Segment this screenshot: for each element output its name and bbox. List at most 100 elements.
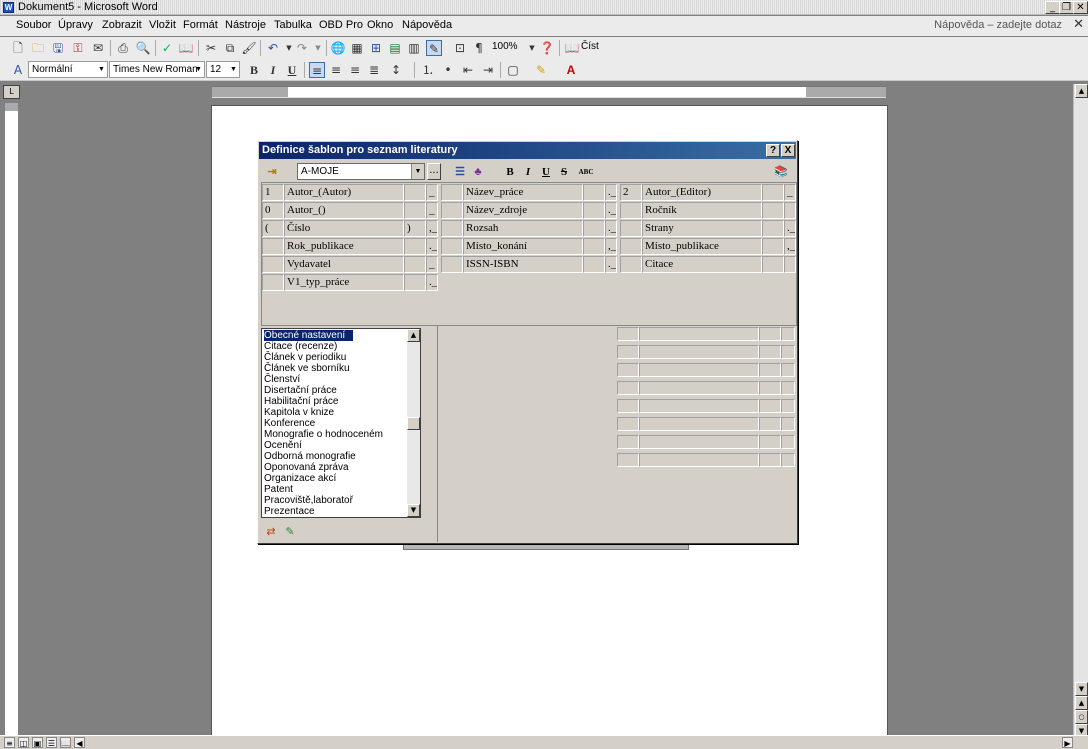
scroll-thumb[interactable] [407,417,420,430]
font-size-combo[interactable]: 12 ▼ [206,61,240,78]
grid-cell[interactable] [781,399,795,413]
menu-vlozit[interactable]: Vložit [149,19,176,31]
field-name[interactable]: Místo_publikace [642,238,762,255]
scroll-down-icon[interactable]: ▼ [1075,682,1088,696]
document-map-icon[interactable]: ⊡ [452,40,468,56]
horizontal-scrollbar[interactable]: ≡ ◫ ▣ ☰ 📖 ◀ ▶ [0,735,1088,749]
list-item[interactable]: Členství [264,374,300,385]
field-name[interactable]: V1_typ_práce [284,274,404,291]
list-item[interactable]: Kapitola v knize [264,407,334,418]
grid-cell[interactable] [639,435,759,449]
menu-okno[interactable]: Okno [367,19,393,31]
field-suffix[interactable] [583,256,605,273]
bold-button[interactable]: B [246,62,262,78]
numbered-list-icon[interactable]: ☰ [452,164,468,180]
field-suffix[interactable] [762,256,784,273]
align-right-icon[interactable]: ≡ [347,62,363,78]
grid-cell[interactable] [759,435,781,449]
field-suffix[interactable] [404,184,426,201]
chevron-down-icon[interactable]: ▼ [411,164,424,179]
grid-cell[interactable] [781,327,795,341]
font-color-icon[interactable]: A [563,62,579,78]
field-name[interactable]: ISSN-ISBN [463,256,583,273]
small-caps-button[interactable]: ABC [575,164,597,180]
list-item[interactable]: Článek v periodiku [264,352,346,363]
field-prefix[interactable] [262,274,284,291]
web-view-icon[interactable]: ◫ [18,737,29,748]
prev-page-icon[interactable]: ▲ [1075,696,1088,710]
italic-button[interactable]: I [520,164,536,180]
field-prefix[interactable] [262,256,284,273]
highlight-icon[interactable]: ✎ [533,62,549,78]
menu-tabulka[interactable]: Tabulka [274,19,312,31]
new-document-icon[interactable]: 🗋 [10,40,26,56]
field-separator[interactable]: _ [426,184,438,201]
field-suffix[interactable] [583,220,605,237]
print-icon[interactable]: ⎙ [115,40,131,56]
redo-icon[interactable]: ↷ [294,40,310,56]
increase-indent-icon[interactable]: ⇥ [480,62,496,78]
tables-borders-icon[interactable]: ▦ [349,40,365,56]
scroll-down-icon[interactable]: ▼ [407,504,420,517]
dialog-help-button[interactable]: ? [766,144,780,157]
field-prefix[interactable]: 2 [620,184,642,201]
vertical-scrollbar[interactable]: ▲ ▼ ▲ ○ ▼ [1073,84,1088,736]
browse-button[interactable]: ... [427,163,441,180]
grid-cell[interactable] [617,453,639,467]
field-prefix[interactable] [441,220,463,237]
reading-view-icon[interactable]: 📖 [60,737,71,748]
menu-format[interactable]: Formát [183,19,218,31]
grid-cell[interactable] [639,327,759,341]
menu-nastroje[interactable]: Nástroje [225,19,266,31]
outline-view-icon[interactable]: ☰ [46,737,57,748]
publication-type-list[interactable]: Obecné nastavení Citace (recenze) Článek… [261,328,421,518]
zoom-dropdown-icon[interactable]: ▼ [524,40,540,56]
format-painter-icon[interactable]: 🖌 [241,40,257,56]
open-folder-icon[interactable]: 🗀 [30,40,46,56]
field-separator[interactable]: ,_ [426,220,438,237]
hyperlink-icon[interactable]: 🌐 [330,40,346,56]
field-separator[interactable]: ._ [605,184,617,201]
field-suffix[interactable]: ) [404,220,426,237]
field-name[interactable]: Název_práce [463,184,583,201]
undo-icon[interactable]: ↶ [265,40,281,56]
restore-button[interactable]: ❐ [1059,1,1074,14]
normal-view-icon[interactable]: ≡ [4,737,15,748]
justify-icon[interactable]: ≣ [366,62,382,78]
grid-cell[interactable] [781,363,795,377]
grid-cell[interactable] [639,381,759,395]
grid-cell[interactable] [639,399,759,413]
save-icon[interactable]: 🖫 [50,40,66,56]
grid-cell[interactable] [781,417,795,431]
field-separator[interactable]: ._ [426,274,438,291]
chevron-down-icon[interactable]: ▼ [228,62,239,77]
field-name[interactable]: Rozsah [463,220,583,237]
list-item[interactable]: Organizace akcí [264,473,336,484]
field-prefix[interactable] [620,220,642,237]
field-name[interactable]: Strany [642,220,762,237]
grid-cell[interactable] [617,381,639,395]
scroll-right-icon[interactable]: ▶ [1062,737,1073,748]
scroll-left-icon[interactable]: ◀ [74,737,85,748]
field-separator[interactable] [784,202,796,219]
list-item[interactable]: Citace (recenze) [264,341,337,352]
field-suffix[interactable] [404,256,426,273]
menu-soubor[interactable]: Soubor [16,19,51,31]
columns-icon[interactable]: ▥ [406,40,422,56]
grid-cell[interactable] [781,345,795,359]
field-prefix[interactable] [441,256,463,273]
menu-obd-pro[interactable]: OBD Pro [319,19,363,31]
bullets-icon[interactable]: • [440,62,456,78]
scroll-up-icon[interactable]: ▲ [1075,84,1088,98]
insert-excel-icon[interactable]: ▤ [387,40,403,56]
field-name[interactable]: Autor_() [284,202,404,219]
grid-cell[interactable] [759,345,781,359]
field-name[interactable]: Autor_(Autor) [284,184,404,201]
field-prefix[interactable] [620,238,642,255]
field-prefix[interactable] [620,256,642,273]
help-search-input[interactable]: Nápověda – zadejte dotaz [934,19,1062,31]
list-item[interactable]: Disertační práce [264,385,337,396]
underline-button[interactable]: U [538,164,554,180]
menu-zobrazit[interactable]: Zobrazit [102,19,142,31]
field-suffix[interactable] [762,238,784,255]
